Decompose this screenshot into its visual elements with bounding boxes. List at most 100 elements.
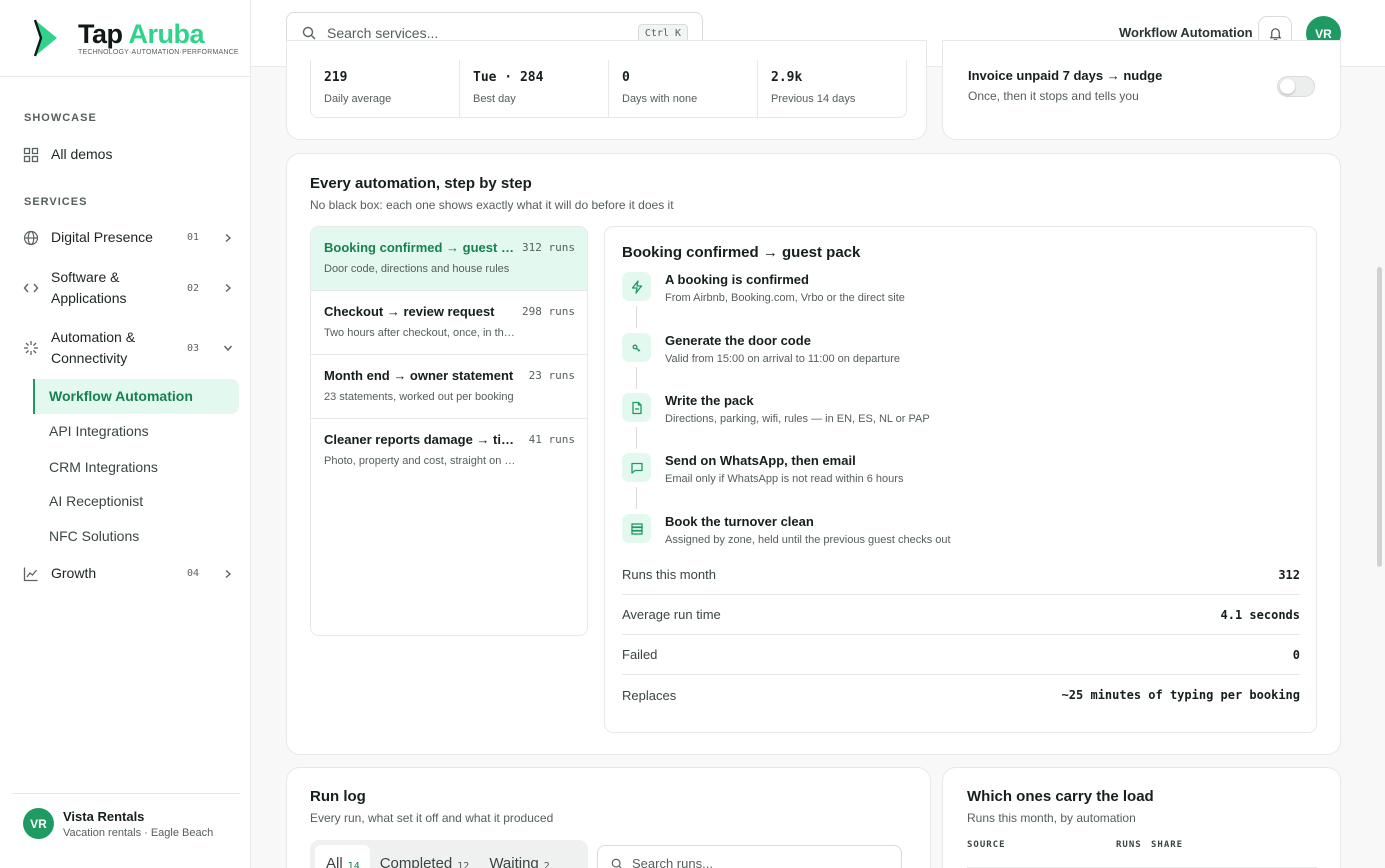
nudge-title: Invoice unpaid 7 days → nudge [968, 68, 1163, 83]
section-subtitle: No black box: each one shows exactly wha… [310, 198, 674, 212]
stat-value: 2.9k [771, 70, 803, 85]
step-title: Send on WhatsApp, then email [665, 453, 856, 468]
metric-value: 0 [1292, 647, 1300, 662]
automation-desc: Door code, directions and house rules [324, 263, 510, 275]
step-title: Book the turnover clean [665, 514, 814, 529]
step-title: Generate the door code [665, 333, 811, 348]
page-title: Workflow Automation [1119, 25, 1253, 40]
metric-value: 312 [1278, 567, 1300, 582]
sidebar-item-number: 03 [186, 342, 199, 354]
metric-label: Replaces [622, 687, 677, 703]
key-icon [622, 333, 651, 362]
metric-label: Failed [622, 647, 658, 662]
automation-runs: 23 runs [528, 369, 575, 382]
stat-days-none: 0 Days with none [609, 60, 758, 117]
section-subtitle: Every run, what set it off and what it p… [310, 811, 554, 825]
chevron-right-icon [225, 569, 232, 578]
automation-runs: 41 runs [528, 433, 575, 446]
stat-best-day: Tue · 284 Best day [460, 60, 609, 117]
col-share: SHARE [1151, 840, 1184, 850]
tab-waiting[interactable]: Waiting 2 [479, 845, 560, 868]
metric-label: Runs this month [622, 567, 716, 582]
logo[interactable]: Tap Aruba TECHNOLOGY·AUTOMATION·PERFORMA… [0, 0, 250, 77]
sidebar-item-all-demos[interactable]: All demos [23, 144, 233, 165]
tab-label: All [326, 855, 343, 868]
logo-word-2: Aruba [128, 19, 205, 49]
metric-row: Replaces ~25 minutes of typing per bookin… [622, 675, 1300, 715]
sidebar-item-automation[interactable]: Automation & Connectivity 03 [23, 327, 233, 369]
automation-name: Cleaner reports damage → ticket [324, 432, 516, 447]
search-placeholder: Search services... [327, 25, 439, 41]
section-title: Which ones carry the load [967, 788, 1154, 805]
sub-item-crm-integrations[interactable]: CRM Integrations [49, 459, 158, 475]
bell-icon [1269, 27, 1281, 41]
logo-word-1: Tap [78, 19, 123, 49]
stat-label: Best day [473, 93, 516, 105]
bolt-icon [622, 272, 651, 301]
logo-arrow-icon [33, 19, 57, 57]
sidebar-item-software[interactable]: Software & Applications 02 [23, 267, 233, 309]
automation-list: Booking confirmed → guest pack 312 runs … [310, 226, 588, 636]
automation-detail: Booking confirmed → guest pack A booking… [604, 226, 1317, 733]
metric-row: Failed 0 [622, 635, 1300, 675]
section-subtitle: Runs this month, by automation [967, 811, 1136, 825]
sidebar-item-number: 02 [186, 282, 199, 294]
account-name: Vista Rentals [63, 808, 145, 824]
search-icon [302, 26, 316, 40]
load-table-header: SOURCE RUNS SHARE [967, 838, 1317, 868]
automation-desc: Photo, property and cost, straight on th… [324, 455, 516, 467]
section-title: Run log [310, 788, 366, 805]
sidebar-item-number: 01 [186, 232, 199, 243]
stat-previous: 2.9k Previous 14 days [758, 60, 906, 117]
sub-item-api-integrations[interactable]: API Integrations [49, 423, 149, 439]
run-log-tabs: All 14 Completed 12 Waiting 2 [310, 840, 588, 868]
sub-item-nfc-solutions[interactable]: NFC Solutions [49, 528, 139, 544]
nudge-toggle[interactable] [1277, 76, 1315, 97]
automation-name: Month end → owner statement [324, 368, 514, 383]
nudge-rule: Invoice unpaid 7 days → nudge Once, then… [968, 68, 1162, 103]
account-switcher[interactable]: VR Vista Rentals Vacation rentals · Eagl… [12, 793, 240, 839]
stat-daily-average: 219 Daily average [311, 60, 460, 117]
document-icon [622, 393, 651, 422]
sidebar-item-label: Growth [51, 565, 97, 581]
run-search-placeholder: Search runs... [632, 856, 713, 868]
sub-item-workflow-automation[interactable]: Workflow Automation [33, 379, 239, 414]
account-subtitle: Vacation rentals · Eagle Beach [63, 826, 214, 839]
col-source: SOURCE [967, 840, 1006, 850]
step-subtitle: Assigned by zone, held until the previou… [665, 534, 951, 546]
automation-desc: 23 statements, worked out per booking [324, 391, 514, 403]
page-scrollbar[interactable] [1377, 267, 1382, 567]
sub-item-ai-receptionist[interactable]: AI Receptionist [49, 493, 143, 509]
chevron-right-icon [225, 233, 232, 242]
automation-item[interactable]: Booking confirmed → guest pack 312 runs … [311, 227, 587, 291]
logo-tagline: TECHNOLOGY·AUTOMATION·PERFORMANCE [78, 49, 239, 56]
stats-row: 219 Daily average Tue · 284 Best day 0 Days… [310, 60, 907, 118]
showcase-label: SHOWCASE [24, 112, 97, 124]
layers-icon [622, 514, 651, 543]
sidebar-item-label: Digital Presence [51, 229, 153, 245]
sidebar-item-growth[interactable]: Growth 04 [23, 563, 233, 584]
tab-count: 14 [347, 861, 360, 868]
automation-item[interactable]: Cleaner reports damage → ticket 41 runs … [311, 419, 587, 483]
chart-line-icon [23, 567, 38, 581]
automation-runs: 312 runs [522, 241, 575, 254]
sidebar-item-label: Software & Applications [51, 269, 127, 306]
nudge-subtitle: Once, then it stops and tells you [968, 89, 1139, 103]
globe-icon [23, 230, 39, 245]
step-subtitle: Valid from 15:00 on arrival to 11:00 on … [665, 353, 901, 365]
step-title: A booking is confirmed [665, 272, 809, 287]
automation-name: Booking confirmed → guest pack [324, 240, 516, 255]
automation-item[interactable]: Month end → owner statement 23 runs 23 s… [311, 355, 587, 419]
tab-all[interactable]: All 14 [315, 845, 370, 868]
stat-label: Days with none [622, 93, 698, 105]
sidebar: Tap Aruba TECHNOLOGY·AUTOMATION·PERFORMA… [0, 0, 251, 868]
run-search-input[interactable]: Search runs... [597, 845, 902, 868]
step-subtitle: Directions, parking, wifi, rules — in EN… [665, 413, 930, 425]
tab-label: Waiting [489, 855, 539, 868]
avatar: VR [23, 808, 54, 839]
metric-value: 4.1 seconds [1220, 607, 1300, 622]
chat-icon [622, 453, 651, 482]
tab-completed[interactable]: Completed 12 [370, 845, 480, 868]
sidebar-item-digital-presence[interactable]: Digital Presence 01 [23, 227, 233, 248]
automation-item[interactable]: Checkout → review request 298 runs Two h… [311, 291, 587, 355]
